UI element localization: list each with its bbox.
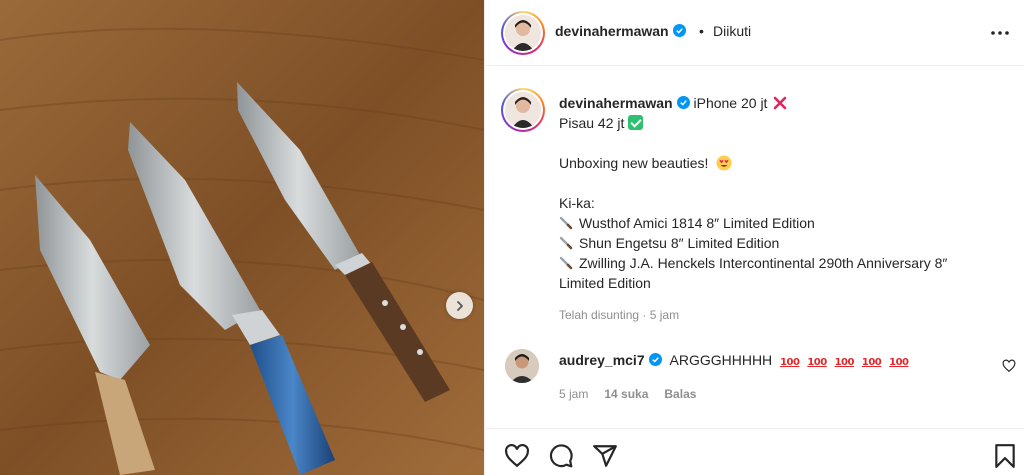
post-caption: devinahermawan iPhone 20 jt Pisau 42 jt … bbox=[559, 93, 999, 293]
post-header: devinahermawan • Diikuti bbox=[485, 0, 1024, 66]
separator-dot: • bbox=[699, 23, 704, 39]
avatar-image bbox=[505, 349, 539, 383]
comment-text: ARGGGHHHHH bbox=[669, 352, 773, 368]
caption-line-3: Unboxing new beauties! bbox=[559, 155, 709, 171]
avatar-image bbox=[505, 15, 541, 51]
caption-line-1: iPhone 20 jt bbox=[693, 95, 768, 111]
post-image[interactable] bbox=[0, 0, 484, 475]
comment-reply-button[interactable]: Balas bbox=[664, 387, 696, 401]
caption-item-1: Wusthof Amici 1814 8″ Limited Edition bbox=[579, 215, 815, 231]
share-icon[interactable] bbox=[592, 443, 618, 469]
follow-status-button[interactable]: Diikuti bbox=[713, 23, 751, 39]
hundred-points-emoji: 100 bbox=[861, 357, 882, 368]
caption-timestamp: Telah disunting · 5 jam bbox=[559, 308, 680, 322]
cross-mark-icon bbox=[774, 96, 787, 110]
comment-heart-icon[interactable] bbox=[1002, 359, 1016, 373]
caption-line-4: Ki-ka: bbox=[559, 195, 595, 211]
caption-username[interactable]: devinahermawan bbox=[559, 95, 673, 111]
kitchen-knife-icon bbox=[559, 256, 573, 270]
carousel-next-button[interactable] bbox=[446, 292, 473, 319]
more-options-icon[interactable] bbox=[989, 22, 1011, 44]
comment-icon[interactable] bbox=[548, 443, 574, 469]
post-actions bbox=[485, 428, 1024, 475]
knives-photo bbox=[0, 0, 484, 475]
check-mark-icon bbox=[628, 115, 644, 130]
verified-badge-icon bbox=[672, 24, 686, 37]
caption-line-last: Limited Edition bbox=[559, 275, 651, 291]
verified-badge-icon bbox=[676, 96, 690, 109]
comment-likes-button[interactable]: 14 suka bbox=[604, 387, 648, 401]
hundred-points-emoji: 100 bbox=[834, 357, 855, 368]
verified-badge-icon bbox=[648, 353, 662, 366]
hundred-points-emoji: 100 bbox=[889, 357, 909, 368]
kitchen-knife-icon bbox=[559, 236, 573, 250]
avatar-image bbox=[505, 92, 541, 128]
comment-body: audrey_mci7 ARGGGHHHHH 100 100 100 100 1… bbox=[559, 351, 909, 372]
comment-timestamp: 5 jam bbox=[559, 387, 589, 401]
kitchen-knife-icon bbox=[559, 216, 573, 230]
chevron-right-icon bbox=[456, 300, 463, 311]
heart-icon[interactable] bbox=[504, 443, 530, 469]
post-panel: devinahermawan • Diikuti devinahermawan … bbox=[484, 0, 1024, 475]
commenter-avatar[interactable] bbox=[505, 349, 539, 383]
username-text: devinahermawan bbox=[555, 23, 669, 39]
caption-line-2: Pisau 42 jt bbox=[559, 115, 625, 131]
hundred-points-emoji: 100 bbox=[807, 357, 827, 368]
hundred-points-emoji: 100 bbox=[780, 357, 800, 368]
caption-item-2: Shun Engetsu 8″ Limited Edition bbox=[579, 235, 780, 251]
heart-eyes-emoji-icon bbox=[716, 155, 732, 171]
bookmark-icon[interactable] bbox=[992, 443, 1018, 469]
author-username[interactable]: devinahermawan bbox=[555, 23, 686, 41]
commenter-username[interactable]: audrey_mci7 bbox=[559, 352, 645, 368]
author-avatar[interactable] bbox=[501, 11, 545, 55]
caption-item-3: Zwilling J.A. Henckels Intercontinental … bbox=[579, 255, 948, 271]
caption-author-avatar[interactable] bbox=[501, 88, 545, 132]
comment-meta: 5 jam 14 suka Balas bbox=[559, 387, 696, 401]
